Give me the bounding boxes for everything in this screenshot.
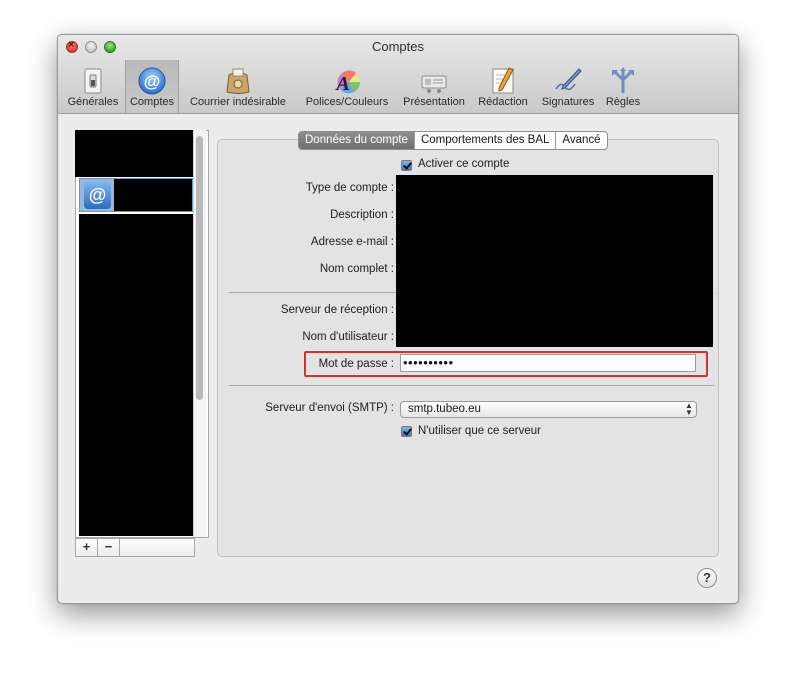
account-row-selected[interactable]: @ — [79, 178, 193, 212]
preferences-window: Comptes Générales @ Comptes — [57, 34, 739, 604]
divider — [229, 385, 714, 386]
smtp-server-select[interactable]: smtp.tubeo.eu ▲ ▼ — [400, 401, 697, 418]
toolbar-label: Rédaction — [478, 96, 528, 108]
toolbar-item-redaction[interactable]: Rédaction — [472, 61, 534, 111]
add-account-button[interactable]: + — [76, 539, 98, 556]
toolbar-label: Présentation — [403, 96, 465, 108]
toolbar-item-courrier-indesirable[interactable]: Courrier indésirable — [180, 61, 296, 111]
smtp-server-value: smtp.tubeo.eu — [408, 403, 481, 415]
svg-text:A: A — [334, 73, 349, 95]
signature-pen-icon — [555, 68, 582, 91]
tab-donnees-du-compte[interactable]: Données du compte — [299, 132, 415, 149]
at-sign-icon: @ — [84, 182, 111, 209]
accounts-buttons-bar: + − — [75, 538, 195, 557]
password-label: Mot de passe : — [318, 358, 394, 370]
enable-account-label: Activer ce compte — [418, 158, 510, 170]
password-field[interactable]: •••••••••• — [400, 354, 696, 372]
compose-pencil-icon — [492, 67, 514, 94]
toolbar-item-signatures[interactable]: Signatures — [536, 61, 600, 111]
accounts-scrollbar[interactable] — [193, 130, 206, 537]
email-label: Adresse e-mail : — [310, 236, 394, 248]
svg-text:@: @ — [144, 72, 161, 91]
fonts-colors-icon: A — [334, 70, 361, 95]
enable-account-checkbox[interactable] — [401, 160, 412, 171]
redacted-account-fields — [396, 175, 713, 347]
toolbar-label: Règles — [605, 96, 641, 108]
only-this-server-checkbox[interactable] — [401, 426, 412, 437]
view-icon — [421, 75, 447, 93]
toolbar: Comptes Générales @ Comptes — [58, 35, 738, 114]
toolbar-label: Comptes — [129, 96, 175, 108]
account-tabs: Données du compte Comportements des BAL … — [298, 131, 608, 150]
toolbar-item-regles[interactable]: Règles — [601, 61, 645, 111]
scrollbar-thumb[interactable] — [196, 136, 203, 400]
redacted-accounts — [79, 214, 195, 536]
only-this-server-label: N'utiliser que ce serveur — [418, 425, 541, 437]
at-sign-icon: @ — [138, 67, 166, 95]
incoming-server-label: Serveur de réception : — [280, 304, 394, 316]
username-label: Nom d'utilisateur : — [302, 331, 394, 343]
junk-mail-bag-icon — [226, 68, 250, 94]
toolbar-item-generales[interactable]: Générales — [64, 61, 122, 111]
toolbar-item-polices-couleurs[interactable]: A Polices/Couleurs — [298, 61, 396, 111]
description-label: Description : — [330, 209, 394, 221]
toolbar-label: Signatures — [541, 96, 595, 108]
minimize-button[interactable] — [85, 41, 97, 53]
remove-account-button[interactable]: − — [98, 539, 120, 556]
close-button[interactable] — [66, 39, 78, 53]
toolbar-label: Courrier indésirable — [190, 96, 286, 108]
rules-arrows-icon — [612, 67, 634, 93]
accounts-list[interactable]: @ — [75, 130, 209, 538]
toolbar-label: Générales — [67, 96, 119, 108]
smtp-server-label: Serveur d'envoi (SMTP) : — [265, 402, 394, 414]
zoom-button[interactable] — [104, 41, 116, 53]
toolbar-item-comptes[interactable]: @ Comptes — [125, 60, 179, 113]
toolbar-label: Polices/Couleurs — [305, 96, 389, 108]
full-name-label: Nom complet : — [319, 263, 394, 275]
popup-arrows-icon: ▲ ▼ — [685, 401, 693, 417]
window-title: Comptes — [371, 39, 425, 54]
help-button[interactable]: ? — [697, 568, 717, 588]
redacted-account-name — [75, 130, 195, 177]
toolbar-item-presentation[interactable]: Présentation — [398, 61, 470, 111]
redacted-account-label — [114, 179, 192, 211]
account-type-label: Type de compte : — [305, 182, 394, 194]
tab-avance[interactable]: Avancé — [556, 132, 606, 149]
tab-comportements-des-bal[interactable]: Comportements des BAL — [415, 132, 557, 149]
light-switch-icon — [84, 68, 102, 94]
